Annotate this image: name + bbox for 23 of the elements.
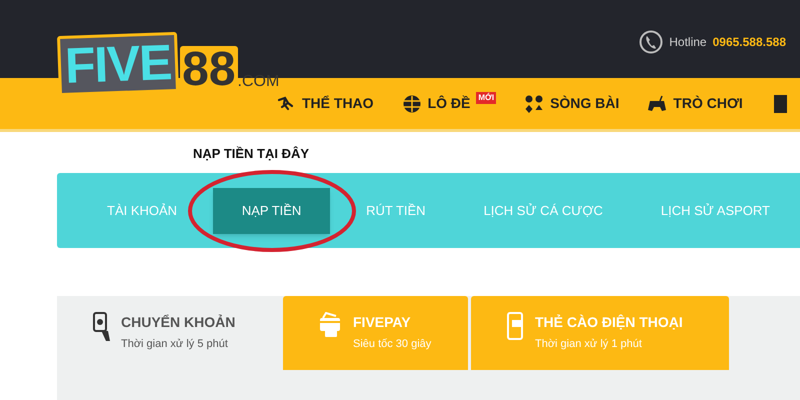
logo-domain: .COM [238, 74, 280, 90]
new-badge: MỚI [476, 92, 496, 104]
logo-brand: FIVE [64, 34, 172, 94]
nav-link[interactable]: SÒNG BÀI [524, 93, 620, 114]
hand-card-icon [93, 312, 111, 342]
phone-icon [507, 312, 525, 340]
hotline-label: Hotline [669, 34, 707, 51]
payment-title: FIVEPAY [353, 313, 412, 332]
deposit-caption: NẠP TIỀN TẠI ĐÂY [193, 146, 310, 161]
payment-subtitle: Siêu tốc 30 giây [353, 337, 432, 352]
nav-link[interactable]: THỂ THAO [276, 93, 374, 114]
card-suits-icon [524, 94, 544, 114]
phone-call-icon [639, 30, 664, 54]
payment-title: THẺ CÀO ĐIỆN THOẠI [535, 313, 683, 332]
payment-subtitle: Thời gian xử lý 5 phút [121, 337, 229, 352]
payment-title: CHUYỂN KHOẢN [121, 313, 236, 332]
account-tab[interactable]: NẠP TIỀN [213, 188, 330, 234]
hotline-number[interactable]: 0965.588.588 [712, 33, 786, 51]
nav-link[interactable]: LÔ ĐỀ MỚI [402, 93, 496, 114]
nav-link[interactable]: TRÒ CHƠI [647, 93, 743, 114]
payment-subtitle: Thời gian xử lý 1 phút [535, 337, 643, 352]
ball-icon [402, 94, 422, 114]
gamepad-icon [647, 94, 668, 114]
